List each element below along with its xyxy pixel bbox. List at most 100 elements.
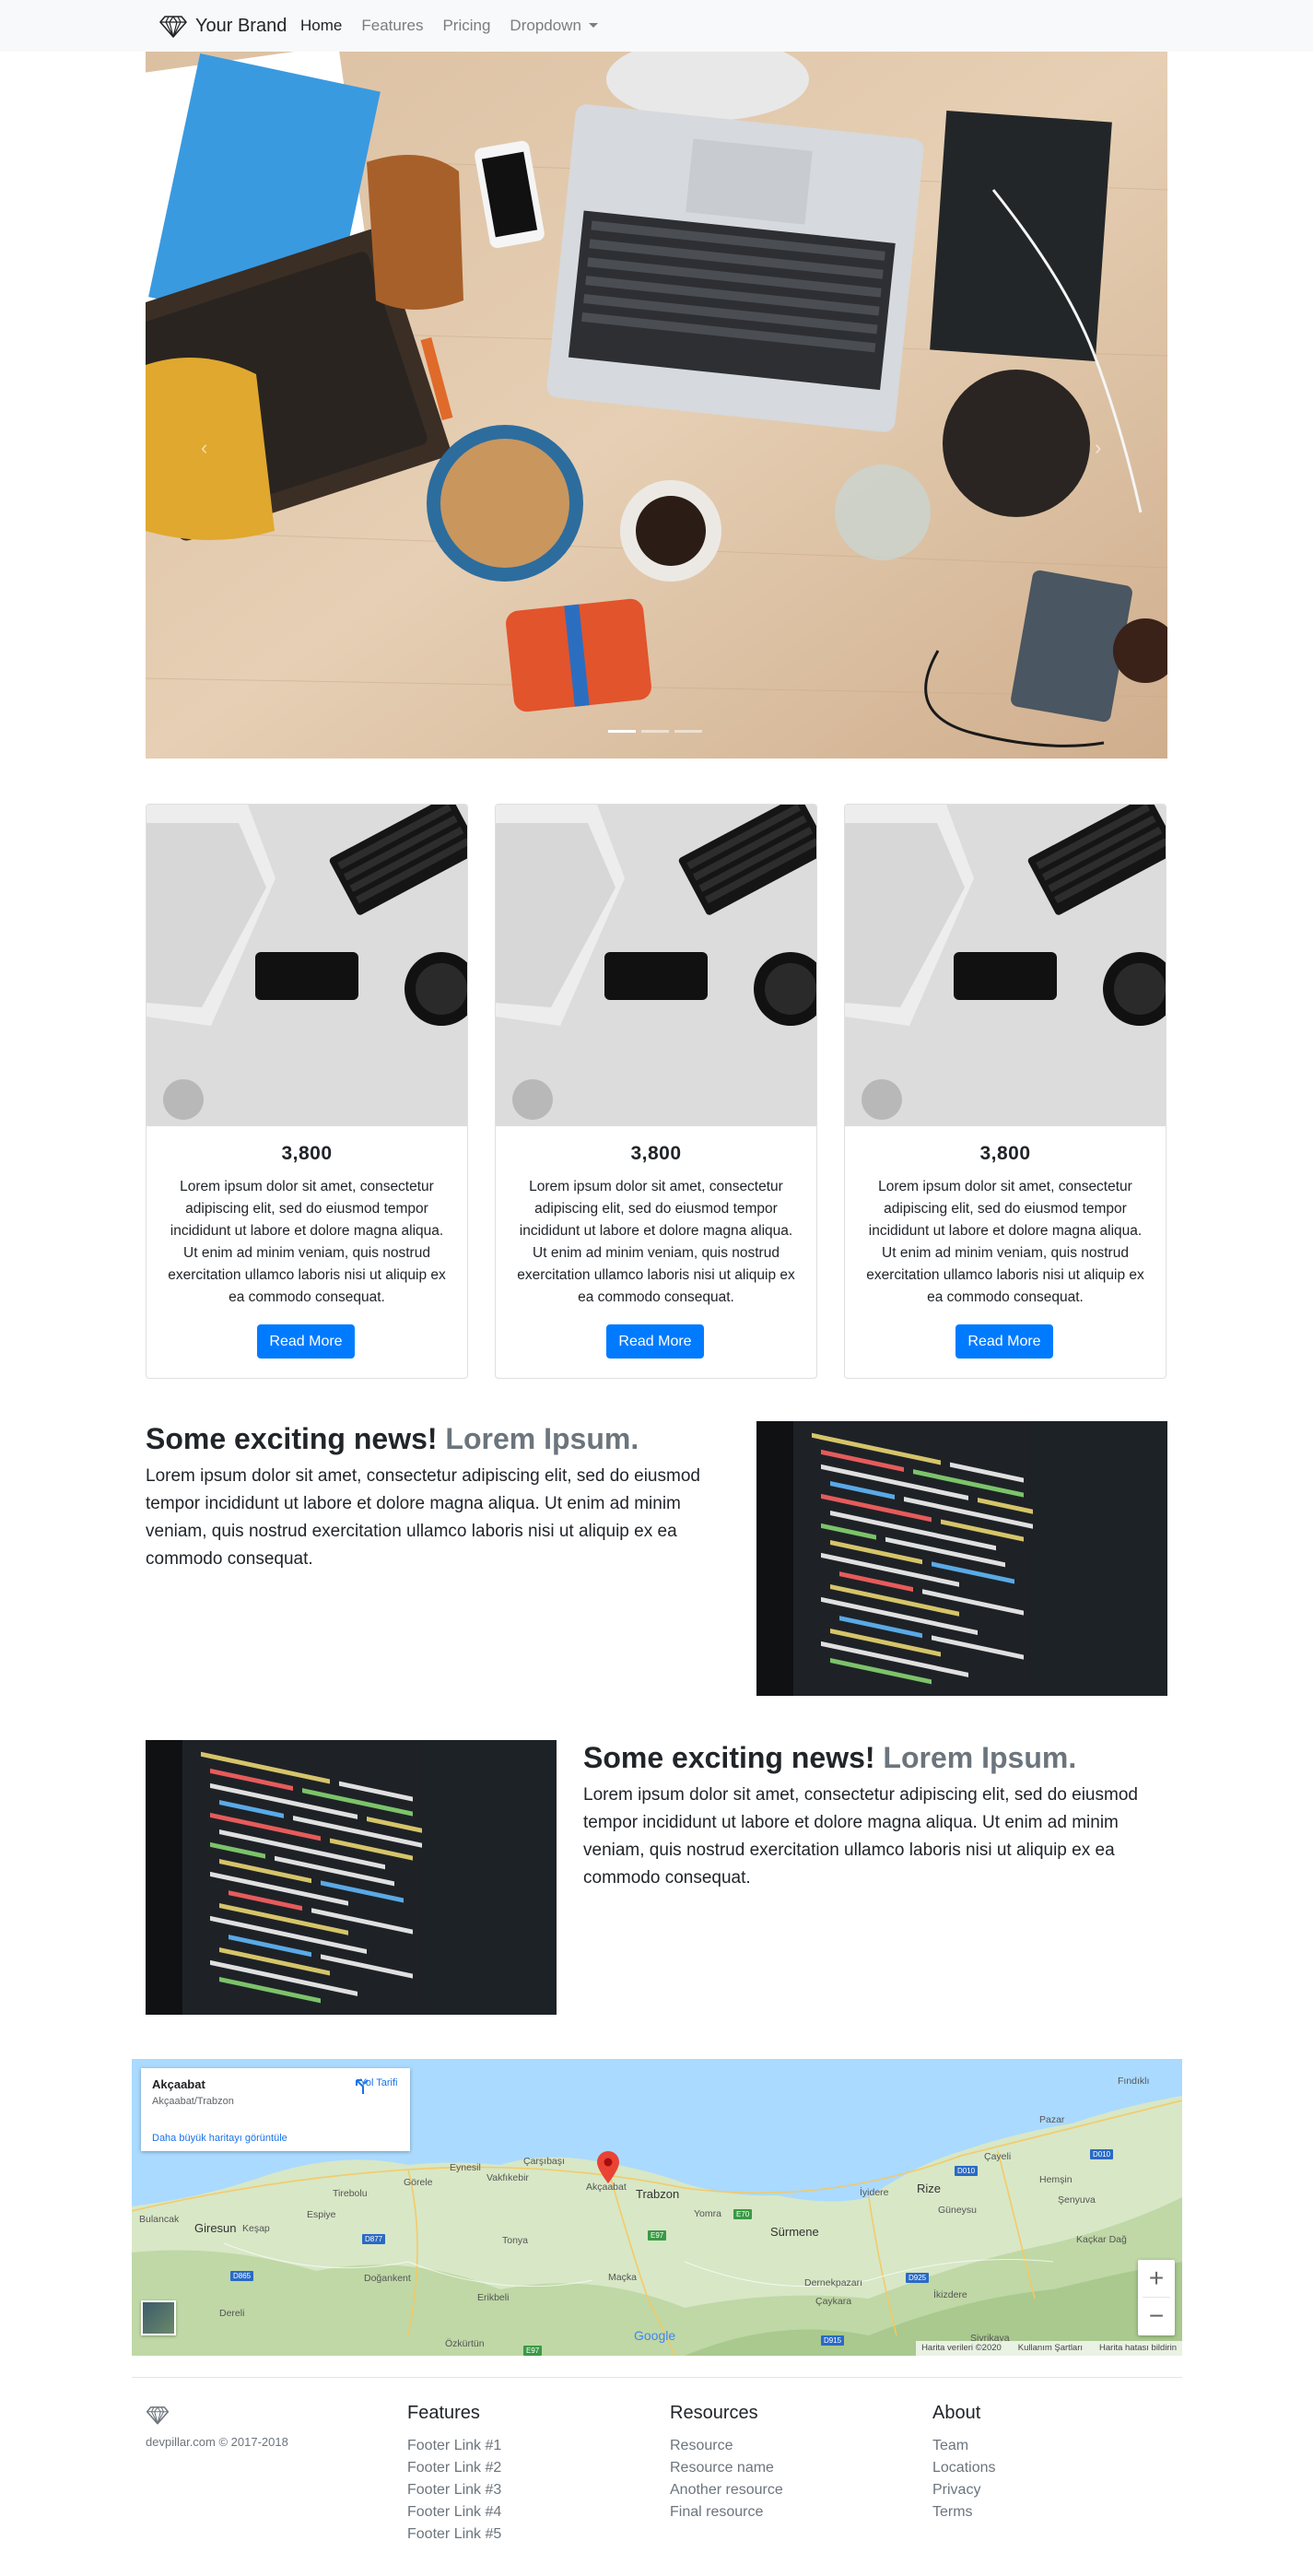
footer-column-title: Features — [407, 2403, 480, 2423]
featurette-heading-text: Some exciting news! — [146, 1422, 438, 1455]
nav-link-pricing[interactable]: Pricing — [442, 15, 490, 37]
read-more-button[interactable]: Read More — [606, 1324, 704, 1359]
map-label: Fındıklı — [1118, 2076, 1150, 2087]
map-label: Dernekpazarı — [804, 2277, 863, 2288]
google-logo: Google — [634, 2328, 675, 2343]
carousel-prev-icon[interactable]: ‹ — [201, 438, 219, 458]
map-label: Doğankent — [364, 2273, 411, 2284]
nav-link-features[interactable]: Features — [361, 15, 423, 37]
card-title: 3,800 — [630, 1143, 682, 1164]
read-more-button[interactable]: Read More — [955, 1324, 1053, 1359]
map-label: Şenyuva — [1058, 2194, 1096, 2205]
map-label: Vakfıkebir — [487, 2172, 529, 2183]
footer-column-resources: Resources Resource Resource name Another… — [670, 2400, 783, 2523]
report-error-link[interactable]: Harita hatası bildirin — [1099, 2341, 1177, 2356]
card-2: 3,800 Lorem ipsum dolor sit amet, consec… — [495, 804, 817, 1379]
footer-link[interactable]: Team — [932, 2435, 996, 2457]
footer-link[interactable]: Footer Link #1 — [407, 2435, 501, 2457]
footer-link[interactable]: Footer Link #3 — [407, 2479, 501, 2501]
featurette-text-2: Lorem ipsum dolor sit amet, consectetur … — [583, 1785, 1138, 1888]
google-logo-text: Google — [634, 2328, 676, 2343]
featurette-image-1 — [756, 1421, 1167, 1696]
featurette-heading-muted: Lorem Ipsum. — [883, 1741, 1077, 1774]
footer-link[interactable]: Resource name — [670, 2457, 783, 2479]
featurette-heading-2: Some exciting news! Lorem Ipsum. — [583, 1739, 1076, 1776]
card-text: Lorem ipsum dolor sit amet, consectetur … — [168, 1179, 446, 1305]
map-label: Görele — [404, 2177, 433, 2188]
read-more-button[interactable]: Read More — [257, 1324, 355, 1359]
footer-link[interactable]: Terms — [932, 2501, 996, 2523]
footer-link[interactable]: Footer Link #5 — [407, 2523, 501, 2546]
larger-map-link[interactable]: Daha büyük haritayı görüntüle — [152, 2133, 287, 2144]
card-title: 3,800 — [979, 1143, 1031, 1164]
map-label: Çaykara — [815, 2296, 852, 2307]
zoom-controls: + − — [1138, 2260, 1175, 2335]
satellite-toggle[interactable] — [141, 2300, 176, 2335]
zoom-out-button[interactable]: − — [1138, 2298, 1175, 2335]
road-shield: D010 — [1090, 2149, 1114, 2159]
map-label: Rize — [917, 2182, 942, 2195]
desk-flatlay-photo — [146, 52, 1167, 759]
map-label: Kaçkar Dağ — [1076, 2234, 1127, 2245]
footer-link[interactable]: Final resource — [670, 2501, 783, 2523]
footer-divider — [132, 2377, 1182, 2378]
nav-links: Home Features Pricing Dropdown — [300, 15, 617, 37]
map-label: Hemşin — [1039, 2174, 1073, 2185]
map-pin-icon[interactable] — [596, 2151, 620, 2184]
directions-button[interactable]: Yol Tarifi — [353, 2077, 404, 2094]
card-image — [845, 805, 1166, 1126]
map-label: Çarşıbaşı — [523, 2156, 565, 2167]
road-shield: D877 — [362, 2234, 386, 2244]
brand-name: Your Brand — [195, 15, 287, 36]
terms-link[interactable]: Kullanım Şartları — [1018, 2341, 1083, 2356]
footer-link[interactable]: Privacy — [932, 2479, 996, 2501]
map-label: Dereli — [219, 2308, 245, 2319]
brand[interactable]: Your Brand — [158, 11, 287, 41]
footer-copyright: devpillar.com © 2017-2018 — [146, 2435, 288, 2449]
diamond-icon — [159, 16, 187, 38]
carousel-indicator-3[interactable] — [674, 730, 702, 733]
map-label: Çayeli — [984, 2151, 1012, 2162]
road-shield: E97 — [648, 2230, 667, 2241]
map-label: Espiye — [307, 2209, 336, 2220]
nav-dropdown[interactable]: Dropdown — [510, 15, 598, 37]
featurette-text-1: Lorem ipsum dolor sit amet, consectetur … — [146, 1466, 700, 1569]
card-text: Lorem ipsum dolor sit amet, consectetur … — [866, 1179, 1144, 1305]
footer-column-about: About Team Locations Privacy Terms — [932, 2400, 996, 2523]
map-label: Erikbeli — [477, 2292, 510, 2303]
map-label: Keşap — [242, 2223, 270, 2234]
navbar: Your Brand Home Features Pricing Dropdow… — [0, 0, 1313, 52]
footer-column-title: Resources — [670, 2403, 758, 2423]
nav-dropdown-label: Dropdown — [510, 17, 581, 34]
carousel-indicator-2[interactable] — [641, 730, 669, 733]
map-info-card: Akçaabat Akçaabat/Trabzon Daha büyük har… — [141, 2068, 410, 2151]
footer-link[interactable]: Footer Link #4 — [407, 2501, 501, 2523]
footer-column-title: About — [932, 2403, 981, 2423]
map-label: Pazar — [1039, 2114, 1065, 2125]
footer-link[interactable]: Resource — [670, 2435, 783, 2457]
carousel-next-icon[interactable]: › — [1095, 438, 1113, 458]
zoom-in-button[interactable]: + — [1138, 2260, 1175, 2297]
featurette-heading-1: Some exciting news! Lorem Ipsum. — [146, 1420, 639, 1457]
road-shield: D915 — [821, 2335, 845, 2346]
nav-link-home[interactable]: Home — [300, 15, 342, 37]
map-label: Giresun — [194, 2221, 237, 2235]
footer-link[interactable]: Footer Link #2 — [407, 2457, 501, 2479]
map-attribution: Harita verileri ©2020 Kullanım Şartları … — [916, 2341, 1182, 2356]
road-shield: D865 — [230, 2271, 254, 2281]
footer-link[interactable]: Another resource — [670, 2479, 783, 2501]
road-shield: D925 — [906, 2273, 930, 2283]
map-label: Özkürtün — [445, 2338, 485, 2349]
card-image — [147, 805, 467, 1126]
carousel-indicator-1[interactable] — [608, 730, 636, 733]
footer-link[interactable]: Locations — [932, 2457, 996, 2479]
map-label: Trabzon — [636, 2187, 680, 2201]
map-label: Tonya — [502, 2235, 529, 2246]
featurette-image-2 — [146, 1740, 557, 2015]
map-data-credit: Harita verileri ©2020 — [921, 2343, 1002, 2353]
road-shield: E97 — [523, 2346, 543, 2356]
map-label: Eynesil — [450, 2162, 481, 2173]
embedded-map[interactable]: Akçaabat Akçaabat/Trabzon Daha büyük har… — [132, 2059, 1182, 2356]
road-shield: E70 — [733, 2209, 753, 2219]
map-place-address: Akçaabat/Trabzon — [152, 2096, 234, 2107]
